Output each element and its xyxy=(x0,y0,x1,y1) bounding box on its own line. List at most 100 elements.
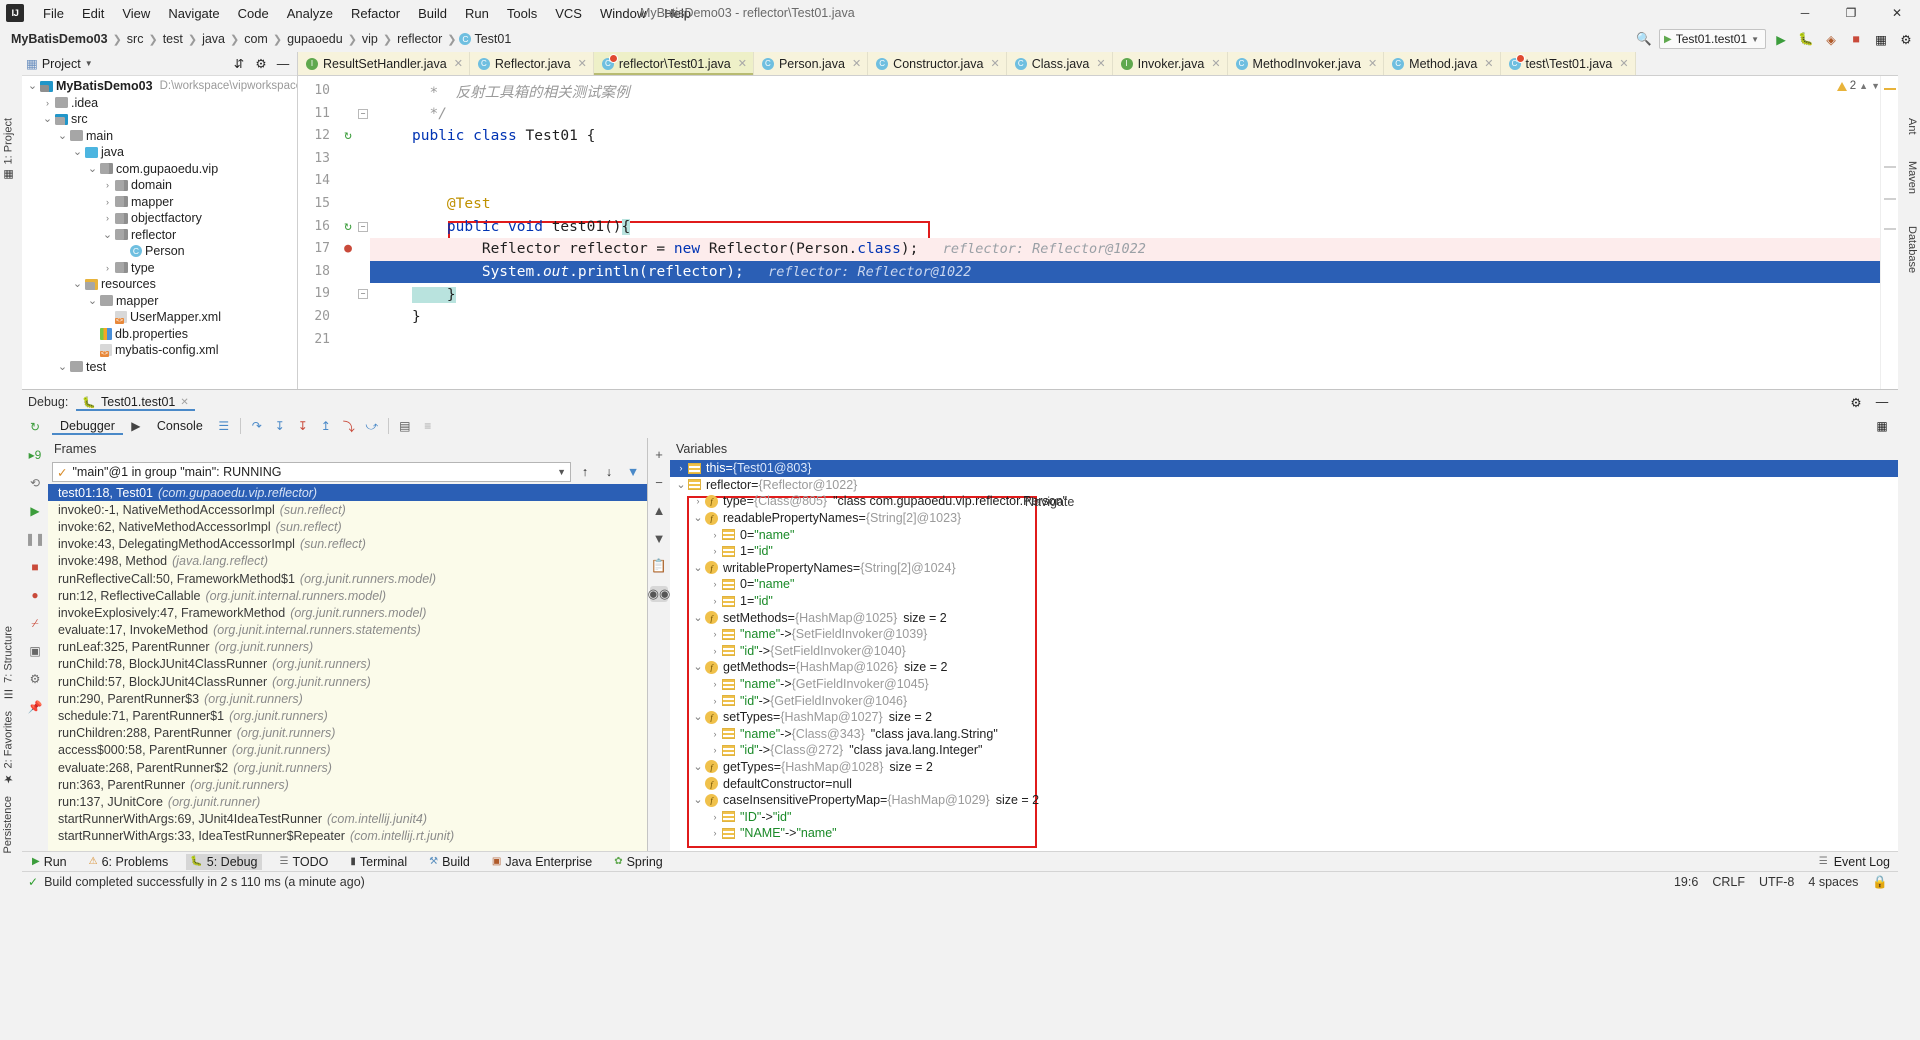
menu-vcs[interactable]: VCS xyxy=(546,4,591,23)
fold-end-icon[interactable]: − xyxy=(358,289,368,300)
minimize-button[interactable]: ─ xyxy=(1782,0,1828,26)
chevron-right-icon[interactable]: › xyxy=(708,629,722,639)
breakpoint-icon[interactable]: ● xyxy=(344,241,352,256)
variable-row[interactable]: ⌄ f getMethods = {HashMap@1026} size = 2 xyxy=(670,659,1898,676)
chevron-right-icon[interactable]: › xyxy=(708,579,722,589)
close-tab-icon[interactable]: ✕ xyxy=(991,57,1000,70)
toolwindow-spring[interactable]: ✿ Spring xyxy=(610,854,667,870)
strip-tab-ant[interactable]: Ant xyxy=(1904,114,1920,139)
tab-debugger[interactable]: Debugger xyxy=(52,417,123,435)
coverage-button[interactable]: ◈ xyxy=(1821,29,1841,49)
toolwindow-build[interactable]: ⚒ Build xyxy=(425,854,474,870)
frames-list[interactable]: test01:18, Test01 (com.gupaoedu.vip.refle… xyxy=(48,484,647,851)
layout-button[interactable]: ▦ xyxy=(1871,29,1891,49)
chevron-right-icon[interactable]: › xyxy=(674,463,688,473)
toolwindow-debug[interactable]: 🐛 5: Debug xyxy=(186,853,262,870)
close-tab-icon[interactable]: ✕ xyxy=(1211,57,1220,70)
chevron-down-icon[interactable]: ⌄ xyxy=(691,712,705,723)
line-separator[interactable]: CRLF xyxy=(1712,875,1745,889)
variable-row[interactable]: › "name" -> {SetFieldInvoker@1039} xyxy=(670,626,1898,643)
tree-node-objectfactory[interactable]: › objectfactory xyxy=(22,210,297,227)
fold-end-icon[interactable]: − xyxy=(358,108,368,119)
strip-tab-project[interactable]: ▦ 1: Project xyxy=(0,114,17,185)
chevron-down-icon[interactable]: ⌄ xyxy=(691,795,705,806)
frame-row[interactable]: invoke:43, DelegatingMethodAccessorImpl (… xyxy=(48,536,647,553)
editor-tab-test-test01-java[interactable]: Ctest\Test01.java ✕ xyxy=(1500,52,1636,75)
evaluate-expression-icon[interactable]: ▤ xyxy=(395,417,415,435)
run-to-cursor-icon[interactable]: ⤻ xyxy=(362,417,382,435)
chevron-down-icon[interactable]: ⌄ xyxy=(691,612,705,623)
frame-row[interactable]: test01:18, Test01 (com.gupaoedu.vip.refle… xyxy=(48,484,647,502)
code-line[interactable]: System. out .println(reflector); reflector… xyxy=(370,260,1880,284)
chevron-right-icon[interactable]: › xyxy=(708,812,722,822)
tree-node--idea[interactable]: › .idea xyxy=(22,95,297,112)
menu-file[interactable]: File xyxy=(34,4,73,23)
breadcrumb-test[interactable]: test xyxy=(160,32,186,46)
toolwindow-terminal[interactable]: ▮ Terminal xyxy=(346,854,411,870)
frame-row[interactable]: runChild:57, BlockJUnit4ClassRunner (org.… xyxy=(48,673,647,690)
editor-tab-methodinvoker-java[interactable]: C MethodInvoker.java ✕ xyxy=(1227,52,1385,75)
close-tab-icon[interactable]: ✕ xyxy=(1368,57,1377,70)
code-line[interactable] xyxy=(370,170,1880,193)
frame-row[interactable]: run:12, ReflectiveCallable (org.junit.int… xyxy=(48,587,647,604)
variable-row[interactable]: › 1 = "id" xyxy=(670,543,1898,560)
editor-tab-reflector-java[interactable]: C Reflector.java ✕ xyxy=(469,52,594,75)
frame-up-icon[interactable]: ↑ xyxy=(575,462,595,482)
chevron-right-icon[interactable]: › xyxy=(691,496,705,506)
close-tab-icon[interactable]: ✕ xyxy=(1096,57,1105,70)
tree-node-com-gupaoedu-vip[interactable]: ⌄ com.gupaoedu.vip xyxy=(22,161,297,178)
frame-row[interactable]: access$000:58, ParentRunner (org.junit.ru… xyxy=(48,742,647,759)
frame-row[interactable]: run:137, JUnitCore (org.junit.runner) xyxy=(48,793,647,810)
recursive-icon[interactable]: ↻ xyxy=(344,128,352,143)
chevron-right-icon[interactable]: › xyxy=(708,646,722,656)
editor-gutter[interactable]: 10 11 12 ↻ 13 14 15 16 ↻ 17 ● 18 19 20 21 xyxy=(298,76,356,389)
hide-panel-icon[interactable]: — xyxy=(273,54,293,74)
menu-analyze[interactable]: Analyze xyxy=(278,4,342,23)
tree-node-person[interactable]: C Person xyxy=(22,243,297,260)
step-over-icon[interactable]: ↷ xyxy=(247,417,267,435)
variable-row[interactable]: › 0 = "name" xyxy=(670,526,1898,543)
variable-row[interactable]: ⌄ f getTypes = {HashMap@1028} size = 2 xyxy=(670,759,1898,776)
variable-row[interactable]: › 1 = "id" xyxy=(670,593,1898,610)
step-out-icon[interactable]: ↥ xyxy=(316,417,336,435)
frame-row[interactable]: evaluate:17, InvokeMethod (org.junit.inte… xyxy=(48,622,647,639)
code-line[interactable]: public class Test01 { xyxy=(370,125,1880,148)
add-watch-icon[interactable]: + xyxy=(650,446,668,462)
chevron-down-icon[interactable]: ⌄ xyxy=(691,562,705,573)
force-step-into-icon[interactable]: ↧ xyxy=(293,417,313,435)
code-line[interactable]: @Test xyxy=(370,193,1880,216)
editor-tab-reflector-test01-java[interactable]: Creflector\Test01.java ✕ xyxy=(593,52,754,75)
tree-node-mapper[interactable]: ⌄ mapper xyxy=(22,293,297,310)
tree-node-usermapper-xml[interactable]: UserMapper.xml xyxy=(22,309,297,326)
tree-node-mybatisdemo03[interactable]: ⌄ MyBatisDemo03 D:\workspace\vipworkspace\… xyxy=(22,78,297,95)
chevron-right-icon[interactable]: › xyxy=(41,98,54,108)
chevron-right-icon[interactable]: › xyxy=(708,745,722,755)
menu-navigate[interactable]: Navigate xyxy=(159,4,228,23)
caret-position[interactable]: 19:6 xyxy=(1674,875,1698,889)
chevron-right-icon[interactable]: › xyxy=(708,596,722,606)
layout-settings-icon[interactable]: ☰ xyxy=(214,417,234,435)
variable-row[interactable]: › "name" -> {GetFieldInvoker@1045} xyxy=(670,676,1898,693)
editor-marker-bar[interactable] xyxy=(1880,76,1898,389)
tree-node-domain[interactable]: › domain xyxy=(22,177,297,194)
breadcrumb-gupaoedu[interactable]: gupaoedu xyxy=(284,32,346,46)
variable-row[interactable]: › this = {Test01@803} xyxy=(670,460,1898,477)
hide-panel-icon[interactable]: — xyxy=(1872,392,1892,412)
frame-row[interactable]: runLeaf:325, ParentRunner (org.junit.runn… xyxy=(48,639,647,656)
pin-icon[interactable]: 📌 xyxy=(25,698,45,716)
close-tab-icon[interactable]: ✕ xyxy=(738,57,747,70)
chevron-down-icon[interactable]: ⌄ xyxy=(691,761,705,772)
breadcrumb-src[interactable]: src xyxy=(124,32,147,46)
strip-tab-database[interactable]: Database xyxy=(1904,222,1920,277)
variable-row[interactable]: ⌄ f caseInsensitivePropertyMap = {HashMap@… xyxy=(670,792,1898,809)
chevron-down-icon[interactable]: ⌄ xyxy=(41,114,54,125)
code-folding-column[interactable]: − − − xyxy=(356,76,370,389)
pause-program-icon[interactable]: ❚❚ xyxy=(25,530,45,548)
menu-view[interactable]: View xyxy=(113,4,159,23)
frame-row[interactable]: runChild:78, BlockJUnit4ClassRunner (org.… xyxy=(48,656,647,673)
settings-list-icon[interactable]: ≡ xyxy=(418,417,438,435)
menu-edit[interactable]: Edit xyxy=(73,4,113,23)
lock-icon[interactable]: 🔒 xyxy=(1872,875,1888,890)
close-tab-icon[interactable]: ✕ xyxy=(578,57,587,70)
code-line[interactable]: } xyxy=(370,306,1880,329)
